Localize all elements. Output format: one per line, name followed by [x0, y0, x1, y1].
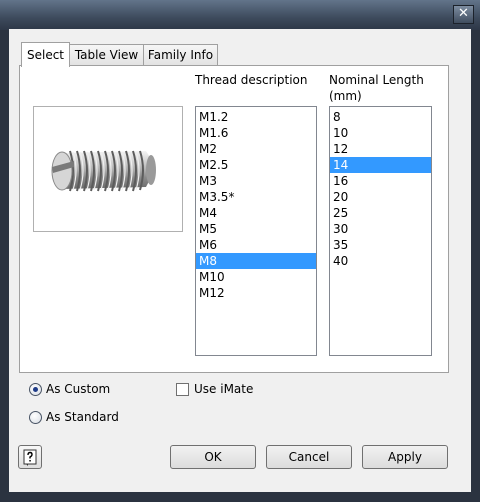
- list-item[interactable]: 10: [330, 125, 431, 141]
- list-item[interactable]: M5: [196, 221, 316, 237]
- as-custom-label[interactable]: As Custom: [46, 381, 110, 397]
- list-item[interactable]: M1.2: [196, 109, 316, 125]
- list-item[interactable]: M12: [196, 285, 316, 301]
- list-item[interactable]: M2.5: [196, 157, 316, 173]
- list-item[interactable]: 25: [330, 205, 431, 221]
- thread-description-list[interactable]: M1.2 M1.6 M2 M2.5 M3 M3.5* M4 M5 M6 M8 M…: [195, 106, 317, 356]
- list-item[interactable]: M1.6: [196, 125, 316, 141]
- list-item[interactable]: 20: [330, 189, 431, 205]
- radio-selected-dot: [33, 387, 38, 392]
- nominal-length-list[interactable]: 8 10 12 14 16 20 25 30 35 40: [329, 106, 432, 356]
- list-item[interactable]: 12: [330, 141, 431, 157]
- dialog-client-area: Select Table View Family Info Thread des…: [9, 29, 471, 492]
- list-item[interactable]: 35: [330, 237, 431, 253]
- list-item[interactable]: M3.5*: [196, 189, 316, 205]
- apply-button[interactable]: Apply: [362, 445, 448, 469]
- list-item[interactable]: M10: [196, 269, 316, 285]
- tab-select[interactable]: Select: [21, 42, 70, 67]
- list-item[interactable]: 40: [330, 253, 431, 269]
- close-button[interactable]: ✕: [453, 5, 474, 24]
- use-imate-checkbox[interactable]: [176, 383, 189, 396]
- list-item[interactable]: M4: [196, 205, 316, 221]
- cancel-button[interactable]: Cancel: [266, 445, 352, 469]
- list-item[interactable]: 8: [330, 109, 431, 125]
- ok-button[interactable]: OK: [170, 445, 256, 469]
- nominal-length-header: Nominal Length (mm): [329, 72, 424, 104]
- list-item[interactable]: 16: [330, 173, 431, 189]
- thread-description-header: Thread description: [195, 73, 308, 87]
- help-button[interactable]: [18, 445, 42, 469]
- list-item[interactable]: 30: [330, 221, 431, 237]
- dialog-frame: ✕ Select Table View Family Info Thread d…: [0, 0, 480, 502]
- close-icon: ✕: [458, 6, 469, 21]
- nominal-length-header-line1: Nominal Length: [329, 73, 424, 87]
- list-item-selected[interactable]: 14: [330, 157, 431, 173]
- tab-label: Table View: [74, 48, 139, 62]
- set-screw-image: [51, 150, 156, 192]
- use-imate-label[interactable]: Use iMate: [194, 381, 253, 397]
- list-item-selected[interactable]: M8: [196, 253, 316, 269]
- as-standard-label[interactable]: As Standard: [46, 409, 119, 425]
- tab-family-info[interactable]: Family Info: [143, 44, 218, 66]
- list-item[interactable]: M2: [196, 141, 316, 157]
- as-standard-radio[interactable]: [29, 411, 42, 424]
- list-item[interactable]: M3: [196, 173, 316, 189]
- select-tab-panel: Thread description M1.2 M1.6 M2 M2.5 M3 …: [19, 65, 449, 373]
- title-bar[interactable]: [0, 0, 480, 30]
- tab-label: Family Info: [147, 48, 214, 62]
- help-icon: [23, 449, 37, 466]
- tab-label: Select: [26, 48, 65, 62]
- set-screw-preview: [33, 106, 183, 232]
- list-item[interactable]: M6: [196, 237, 316, 253]
- as-custom-radio[interactable]: [29, 383, 42, 396]
- tab-table-view[interactable]: Table View: [68, 44, 145, 66]
- nominal-length-header-line2: (mm): [329, 89, 362, 103]
